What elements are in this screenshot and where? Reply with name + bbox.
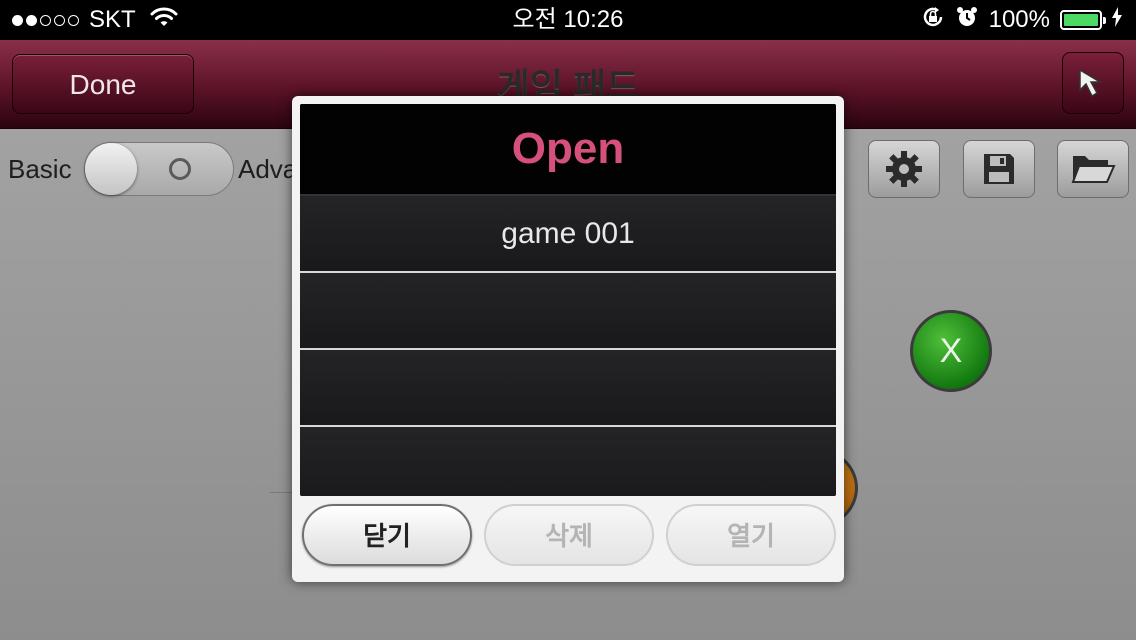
status-bar: SKT 오전 10:26 100% bbox=[0, 0, 1136, 40]
settings-button[interactable] bbox=[868, 140, 940, 198]
charging-icon bbox=[1112, 6, 1122, 34]
status-left: SKT bbox=[12, 0, 178, 40]
save-button[interactable] bbox=[963, 140, 1035, 198]
wifi-icon bbox=[150, 6, 178, 35]
alarm-icon bbox=[955, 5, 979, 36]
open-folder-button[interactable] bbox=[1057, 140, 1129, 198]
list-item[interactable]: game 001 bbox=[300, 196, 836, 273]
signal-dot bbox=[40, 14, 51, 26]
signal-dot bbox=[26, 14, 37, 26]
list-item[interactable] bbox=[300, 273, 836, 350]
signal-strength-icon bbox=[12, 14, 79, 26]
battery-fill bbox=[1064, 14, 1098, 26]
list-item[interactable] bbox=[300, 427, 836, 496]
gear-icon bbox=[886, 151, 922, 187]
open-dialog: Open game 001 닫기 삭제 열기 bbox=[292, 96, 844, 582]
save-icon bbox=[984, 154, 1014, 184]
folder-open-icon bbox=[1071, 156, 1116, 183]
mode-advanced-label: Adva bbox=[238, 154, 298, 184]
toggle-off-indicator bbox=[169, 158, 191, 180]
rotation-lock-icon bbox=[921, 5, 945, 36]
file-list: Open game 001 bbox=[300, 104, 836, 496]
dialog-title: Open bbox=[300, 104, 836, 196]
toggle-knob[interactable] bbox=[85, 143, 137, 195]
signal-dot bbox=[12, 14, 23, 26]
cursor-arrow-icon bbox=[1079, 68, 1103, 98]
status-right: 100% bbox=[921, 0, 1122, 40]
delete-button[interactable]: 삭제 bbox=[484, 504, 654, 566]
mode-basic-label: Basic bbox=[8, 154, 72, 184]
signal-dot bbox=[68, 14, 79, 26]
battery-nub bbox=[1103, 17, 1106, 24]
battery-icon bbox=[1060, 10, 1106, 30]
x-button[interactable]: X bbox=[910, 310, 992, 392]
mode-toggle[interactable] bbox=[84, 142, 234, 196]
pointer-mode-button[interactable] bbox=[1062, 52, 1124, 114]
signal-dot bbox=[54, 14, 65, 26]
open-button[interactable]: 열기 bbox=[666, 504, 836, 566]
list-item[interactable] bbox=[300, 350, 836, 427]
battery-percent: 100% bbox=[988, 6, 1050, 33]
close-button[interactable]: 닫기 bbox=[302, 504, 472, 566]
carrier-name: SKT bbox=[89, 6, 136, 33]
